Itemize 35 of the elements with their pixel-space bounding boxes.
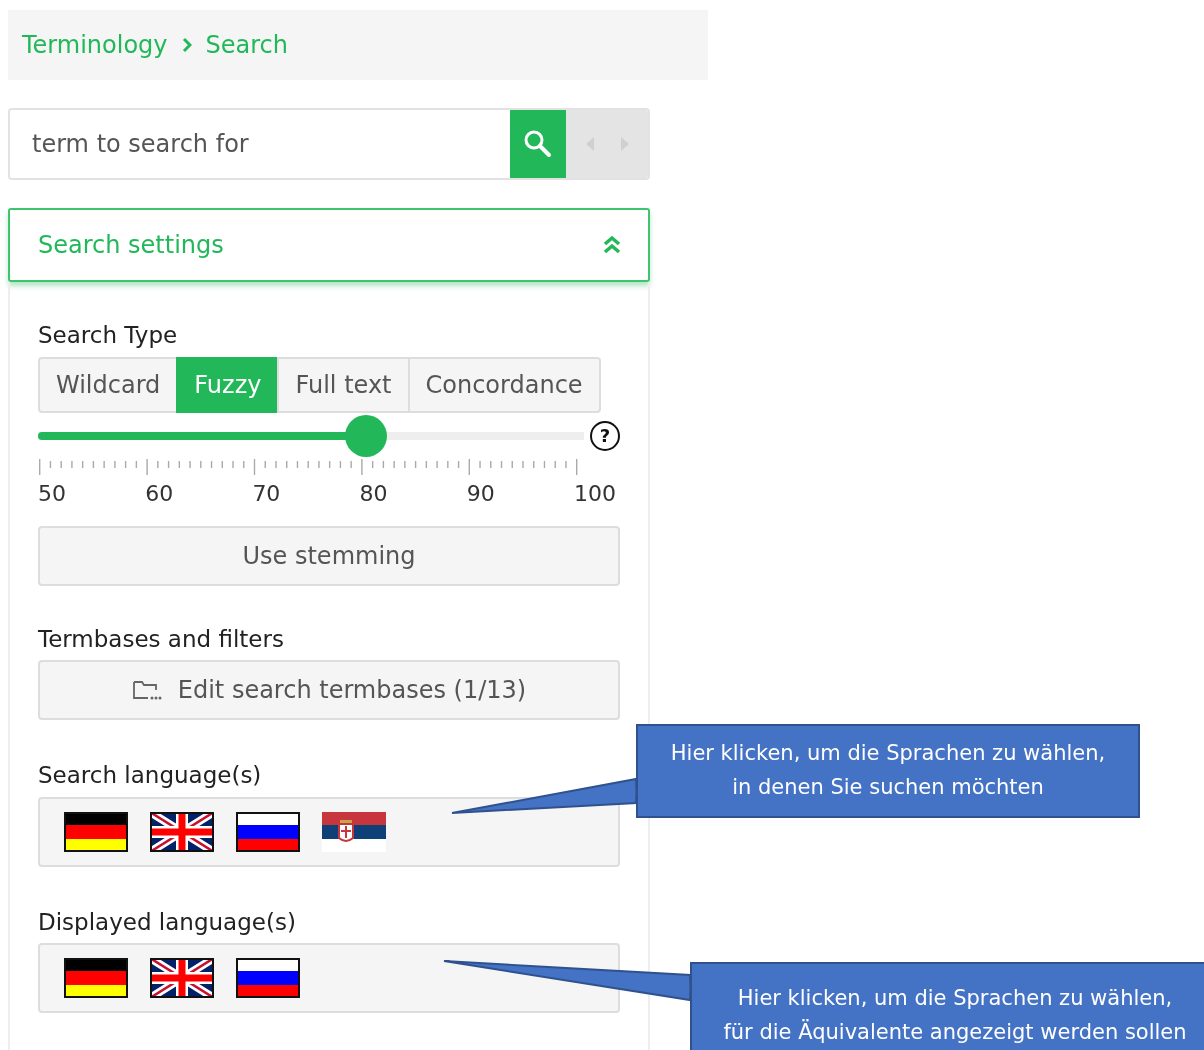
language-selector[interactable] bbox=[38, 796, 620, 867]
tick-label: 60 bbox=[145, 479, 174, 508]
collapse-icon bbox=[602, 235, 622, 255]
search-type-tab[interactable]: Full text bbox=[277, 356, 410, 413]
flag-icon bbox=[64, 811, 128, 852]
panel-title: Search settings bbox=[38, 230, 224, 261]
search-icon bbox=[523, 129, 553, 159]
slider-thumb[interactable] bbox=[344, 414, 387, 457]
help-icon[interactable]: ? bbox=[590, 420, 620, 451]
section-label: Displayed language(s) bbox=[38, 907, 297, 937]
section-label: Search Type bbox=[38, 321, 179, 350]
chevron-icon bbox=[181, 37, 192, 53]
tick-label: 100 bbox=[573, 479, 616, 508]
flag-icon bbox=[150, 811, 214, 852]
search-button[interactable] bbox=[510, 110, 566, 178]
flag-icon bbox=[322, 811, 386, 852]
search-type-tab[interactable]: Concordance bbox=[407, 356, 601, 413]
folder-icon bbox=[131, 678, 162, 702]
edit-termbases-button[interactable]: Edit search termbases (1/13) bbox=[38, 660, 620, 720]
language-selector[interactable] bbox=[38, 943, 620, 1013]
tick-label: 70 bbox=[252, 479, 281, 508]
callout: Hier klicken, um die Sprachen zu wählen, in denen Sie suchen möchten bbox=[636, 724, 1140, 818]
flag-icon bbox=[236, 811, 300, 852]
tick-label: 90 bbox=[466, 479, 495, 508]
search-type-tab[interactable]: Wildcard bbox=[38, 356, 179, 413]
flag-icon bbox=[64, 958, 128, 998]
search-field[interactable]: term to search for bbox=[8, 108, 650, 180]
flag-icon bbox=[236, 958, 300, 998]
tick-label: 80 bbox=[359, 479, 388, 508]
flag-icon bbox=[150, 958, 214, 998]
callout: Hier klicken, um die Sprachen zu wählen, für die Äquivalente angezeigt werden sollen bbox=[690, 962, 1204, 1050]
section-label: Termbases and filters bbox=[38, 624, 285, 654]
tick-label: 50 bbox=[38, 479, 66, 508]
stemming-button[interactable]: Use stemming bbox=[38, 525, 620, 586]
section-label: Search language(s) bbox=[38, 761, 263, 790]
